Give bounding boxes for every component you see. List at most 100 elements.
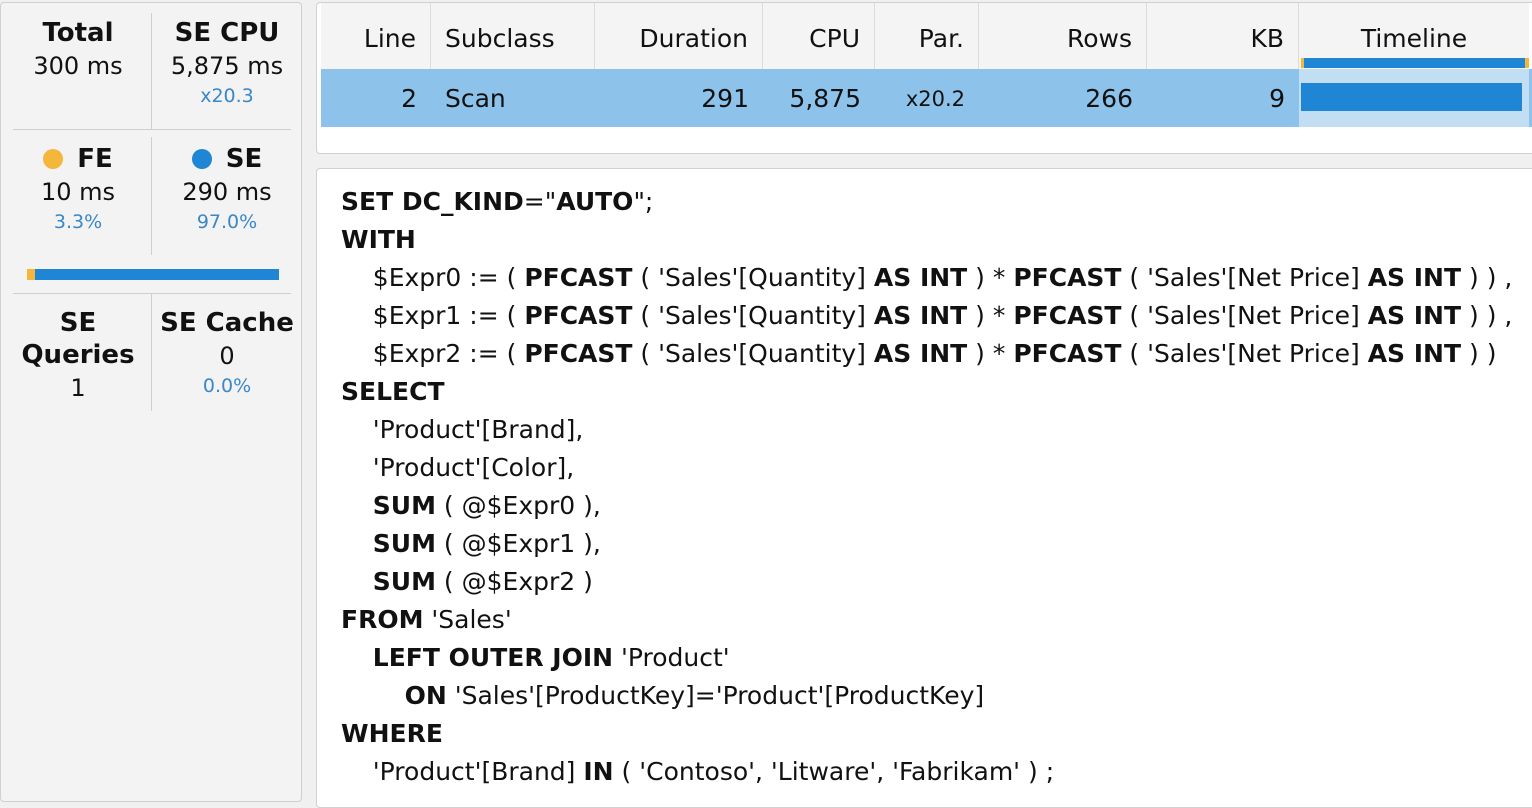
query-line: 'Product'[Brand], (341, 411, 1512, 449)
query-text-segment: ) * (967, 263, 1014, 292)
fe-metric: FE 10 ms 3.3% (8, 143, 148, 235)
query-text-segment: "; (633, 187, 654, 216)
metrics-divider (151, 13, 152, 129)
query-text-segment: ) * (967, 339, 1014, 368)
query-keyword: PFCAST (1013, 339, 1122, 368)
fe-dot-icon (43, 149, 64, 169)
query-text: SET DC_KIND="AUTO"; WITH $Expr0 := ( PFCA… (341, 183, 1512, 791)
query-keyword: AS INT (873, 339, 968, 368)
se-queries-metric: SE Queries 1 (8, 307, 148, 405)
header-timeline-bar (1301, 58, 1529, 68)
query-line: SUM ( @$Expr2 ) (341, 563, 1512, 601)
query-line: FROM 'Sales' (341, 601, 1512, 639)
query-line: ON 'Sales'[ProductKey]='Product'[Product… (341, 677, 1512, 715)
query-text-segment: $Expr1 := ( (341, 301, 525, 330)
se-cpu-metric: SE CPU 5,875 ms x20.3 (157, 17, 297, 109)
column-header-rows[interactable]: Rows (979, 3, 1147, 69)
query-text-segment: $Expr0 := ( (341, 263, 525, 292)
query-keyword: WHERE (341, 719, 443, 748)
query-text-segment: 'Sales'[ProductKey]='Product'[ProductKey… (446, 681, 985, 710)
column-header-duration[interactable]: Duration (595, 3, 763, 69)
query-keyword: PFCAST (1013, 263, 1122, 292)
query-line: $Expr1 := ( PFCAST ( 'Sales'[Quantity] A… (341, 297, 1513, 335)
query-text-segment: $Expr2 := ( (341, 339, 525, 368)
cell-timeline (1299, 69, 1529, 127)
cell-parallelism: x20.2 (905, 87, 965, 111)
metrics-divider (13, 293, 291, 294)
se-queries-value: 1 (70, 374, 86, 402)
cell-rows: 266 (1085, 84, 1133, 113)
fe-title: FE (77, 144, 113, 174)
server-timings-metrics-panel: Total 300 ms SE CPU 5,875 ms x20.3 FE 10… (0, 2, 302, 802)
metrics-divider (151, 293, 152, 411)
header-timeline-fe-end (1525, 58, 1529, 68)
query-line: $Expr0 := ( PFCAST ( 'Sales'[Quantity] A… (341, 259, 1513, 297)
query-keyword: AUTO (556, 187, 634, 216)
query-text-segment: ) * (967, 301, 1014, 330)
se-title: SE (225, 144, 263, 174)
query-line: 'Product'[Brand] IN ( 'Contoso', 'Litwar… (341, 753, 1512, 791)
query-keyword: SET DC_KIND (341, 187, 524, 216)
query-line: 'Product'[Color], (341, 449, 1512, 487)
se-cache-title: SE Cache (160, 308, 294, 338)
query-line: SUM ( @$Expr0 ), (341, 487, 1512, 525)
query-keyword: LEFT OUTER JOIN (372, 643, 614, 672)
se-queries-title: SE Queries (21, 308, 135, 370)
query-text-segment: 'Sales' (423, 605, 512, 634)
query-keyword: IN (583, 757, 614, 786)
total-value: 300 ms (33, 52, 123, 80)
cell-cpu: 5,875 (789, 84, 861, 113)
total-metric: Total 300 ms (8, 17, 148, 83)
query-keyword: PFCAST (524, 263, 633, 292)
query-text-segment: 'Product' (613, 643, 730, 672)
query-line: SUM ( @$Expr1 ), (341, 525, 1512, 563)
query-text-segment: ( 'Sales'[Net Price] (1121, 339, 1368, 368)
query-text-segment (341, 529, 373, 558)
query-keyword: SELECT (341, 377, 445, 406)
se-cache-percent: 0.0% (202, 375, 252, 397)
se-cpu-value: 5,875 ms (170, 52, 284, 80)
query-text-segment: =" (523, 187, 557, 216)
cell-duration: 291 (701, 84, 749, 113)
query-text-segment: ( 'Sales'[Quantity] (632, 263, 874, 292)
query-keyword: SUM (372, 529, 436, 558)
table-row[interactable]: 2 Scan 291 5,875 x20.2 266 9 (321, 69, 1532, 127)
query-text-segment: ( 'Contoso', 'Litware', 'Fabrikam' ) ; (613, 757, 1055, 786)
query-text-segment: 'Product'[Color], (341, 453, 575, 482)
column-header-line[interactable]: Line (321, 3, 431, 69)
cell-kb: 9 (1269, 84, 1285, 113)
query-keyword: AS INT (1367, 339, 1462, 368)
query-text-segment: 'Product'[Brand] (341, 757, 584, 786)
query-line: $Expr2 := ( PFCAST ( 'Sales'[Quantity] A… (341, 335, 1512, 373)
query-text-segment: ) ) , (1461, 301, 1513, 330)
se-percent: 97.0% (196, 211, 258, 233)
header-timeline-fe-start (1301, 58, 1304, 68)
column-header-parallelism[interactable]: Par. (875, 3, 979, 69)
se-cpu-title: SE CPU (174, 18, 280, 48)
query-keyword: AS INT (873, 301, 968, 330)
query-text-segment (341, 681, 405, 710)
query-line: LEFT OUTER JOIN 'Product' (341, 639, 1512, 677)
query-text-panel[interactable]: SET DC_KIND="AUTO"; WITH $Expr0 := ( PFCA… (316, 168, 1532, 808)
fe-se-ratio-bar (27, 269, 279, 280)
column-header-subclass[interactable]: Subclass (431, 3, 595, 69)
query-keyword: AS INT (1367, 263, 1462, 292)
column-header-cpu[interactable]: CPU (763, 3, 875, 69)
se-cache-value: 0 (219, 342, 235, 370)
query-line: SELECT (341, 373, 1512, 411)
query-line: SET DC_KIND="AUTO"; (341, 183, 1512, 221)
metrics-divider (13, 129, 291, 130)
query-text-segment (341, 491, 373, 520)
query-keyword: PFCAST (524, 301, 633, 330)
se-metric: SE 290 ms 97.0% (157, 143, 297, 235)
cell-line: 2 (401, 84, 417, 113)
se-cache-metric: SE Cache 0 0.0% (157, 307, 297, 399)
query-text-segment: ( 'Sales'[Net Price] (1121, 301, 1368, 330)
se-queries-table: Line Subclass Duration CPU Par. Rows KB … (316, 2, 1532, 154)
query-keyword: AS INT (873, 263, 968, 292)
fe-value: 10 ms (40, 178, 116, 206)
total-title: Total (42, 18, 114, 48)
query-text-segment: 'Product'[Brand], (341, 415, 584, 444)
column-header-kb[interactable]: KB (1147, 3, 1299, 69)
query-keyword: WITH (341, 225, 416, 254)
